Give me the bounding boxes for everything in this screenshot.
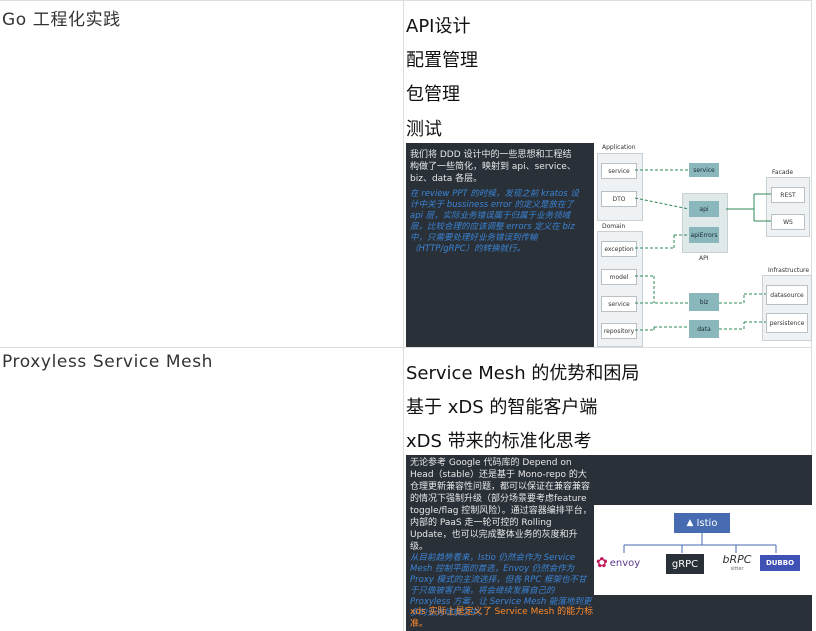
api-errors-box: apiErrors [689,227,719,243]
content-cell: API设计 配置管理 包管理 测试 我们将 DDD 设计中的一些思想和工程结构做… [404,1,812,347]
data-box: data [689,320,719,338]
group-label: Facade [772,169,794,176]
infra-persistence-box: persistence [766,313,808,333]
group-label: Infrastructure [768,267,810,274]
tree-connectors [623,533,777,553]
list-item: 测试 [406,119,442,140]
grpc-logo: gRPC [666,554,704,574]
ddd-architecture-diagram: Application service DTO Domain exception… [594,143,812,347]
dom-model-box: model [601,269,637,285]
slide-note: 在 review PPT 的时候，发现之前 kratos 设计中关于 bussi… [410,189,579,254]
group-label: Application [602,144,636,151]
brpc-label: bRPC [722,553,752,566]
slide-text: 无论参考 Google 代码库的 Depend on Head（stable）还… [410,458,592,552]
envoy-icon: ✿ [596,555,608,571]
api-api-box: api [689,201,719,217]
list-item: Service Mesh 的优势和困局 [406,363,640,384]
table-row: Go 工程化实践 API设计 配置管理 包管理 测试 我们将 DDD 设计中的一… [0,1,812,348]
facade-rest-box: REST [771,187,805,203]
topic-title: Go 工程化实践 [2,10,121,30]
brpc-logo: bRPC sitter [722,553,752,572]
infra-datasource-box: datasource [766,285,808,305]
facade-ws-box: WS [771,214,805,230]
list-item: 基于 xDS 的智能客户端 [406,397,598,418]
slide-panel: 无论参考 Google 代码库的 Depend on Head（stable）还… [406,455,812,631]
topic-cell: Go 工程化实践 [0,1,404,347]
app-dto-box: DTO [601,191,637,207]
dom-repository-box: repository [601,323,637,339]
brpc-sub: sitter [730,566,744,572]
biz-box: biz [689,293,719,311]
content-cell: Service Mesh 的优势和困局 基于 xDS 的智能客户端 xDS 带来… [404,348,812,631]
dom-service-box: service [601,296,637,312]
group-label: API [699,255,709,262]
list-item: xDS 带来的标准化思考 [406,431,592,452]
list-item: 包管理 [406,84,460,105]
slide-text: 我们将 DDD 设计中的一些思想和工程结构做了一些简化，映射到 api、serv… [410,150,576,184]
mesh-ecosystem-panel: ▲ Istio ✿ envoy gRPC bRPC sitter DUBBO [594,505,812,595]
table-row: Proxyless Service Mesh Service Mesh 的优势和… [0,348,812,631]
list-item: 配置管理 [406,50,478,71]
slide-highlight: xds 实际上是定义了 Service Mesh 的能力标准。 [410,607,594,629]
envoy-label: envoy [609,557,641,569]
topics-table: Go 工程化实践 API设计 配置管理 包管理 测试 我们将 DDD 设计中的一… [0,0,812,631]
slide-text-panel: 我们将 DDD 设计中的一些思想和工程结构做了一些简化，映射到 api、serv… [406,143,594,347]
dubbo-logo: DUBBO [760,555,800,571]
dom-exception-box: exception [601,241,637,257]
topic-title: Proxyless Service Mesh [2,352,214,372]
group-label: Domain [602,223,626,230]
envoy-logo: ✿ envoy [596,555,640,571]
app-service-box: service [601,163,637,179]
topic-cell: Proxyless Service Mesh [0,348,404,631]
list-item: API设计 [406,16,471,37]
api-service-box: service [689,163,719,177]
